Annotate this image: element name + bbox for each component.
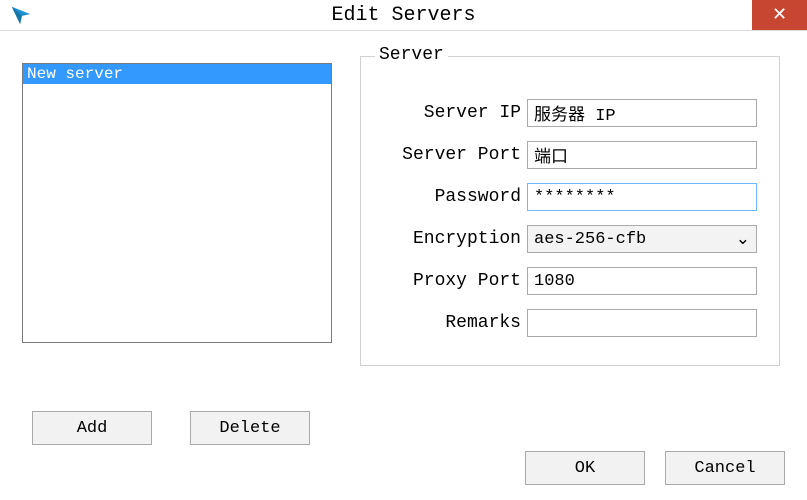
form-rows: Server IP Server Port Password Encryptio… bbox=[361, 99, 779, 337]
label-remarks: Remarks bbox=[361, 313, 527, 333]
encryption-select[interactable]: aes-256-cfb ⌄ bbox=[527, 225, 757, 253]
row-password: Password bbox=[361, 183, 779, 211]
label-server-ip: Server IP bbox=[361, 103, 527, 123]
ok-button[interactable]: OK bbox=[525, 451, 645, 485]
label-proxy-port: Proxy Port bbox=[361, 271, 527, 291]
server-port-input[interactable] bbox=[527, 141, 757, 169]
row-server-ip: Server IP bbox=[361, 99, 779, 127]
delete-button[interactable]: Delete bbox=[190, 411, 310, 445]
row-proxy-port: Proxy Port bbox=[361, 267, 779, 295]
server-listbox[interactable]: New server bbox=[22, 63, 332, 343]
fieldset-legend: Server bbox=[375, 45, 448, 65]
edit-servers-window: Edit Servers ✕ New server Server Server … bbox=[0, 0, 807, 500]
proxy-port-input[interactable] bbox=[527, 267, 757, 295]
chevron-down-icon: ⌄ bbox=[736, 229, 750, 250]
paper-plane-icon bbox=[10, 4, 32, 26]
row-remarks: Remarks bbox=[361, 309, 779, 337]
label-server-port: Server Port bbox=[361, 145, 527, 165]
client-area: New server Server Server IP Server Port … bbox=[0, 31, 807, 500]
label-password: Password bbox=[361, 187, 527, 207]
close-icon: ✕ bbox=[772, 4, 787, 26]
cancel-button[interactable]: Cancel bbox=[665, 451, 785, 485]
remarks-input[interactable] bbox=[527, 309, 757, 337]
server-ip-input[interactable] bbox=[527, 99, 757, 127]
list-item[interactable]: New server bbox=[23, 64, 331, 84]
row-encryption: Encryption aes-256-cfb ⌄ bbox=[361, 225, 779, 253]
titlebar: Edit Servers ✕ bbox=[0, 0, 807, 31]
server-fieldset: Server Server IP Server Port Password En… bbox=[360, 56, 780, 366]
password-input[interactable] bbox=[527, 183, 757, 211]
close-button[interactable]: ✕ bbox=[752, 0, 807, 30]
encryption-value: aes-256-cfb bbox=[534, 230, 646, 249]
window-title: Edit Servers bbox=[331, 4, 475, 27]
row-server-port: Server Port bbox=[361, 141, 779, 169]
add-button[interactable]: Add bbox=[32, 411, 152, 445]
label-encryption: Encryption bbox=[361, 229, 527, 249]
